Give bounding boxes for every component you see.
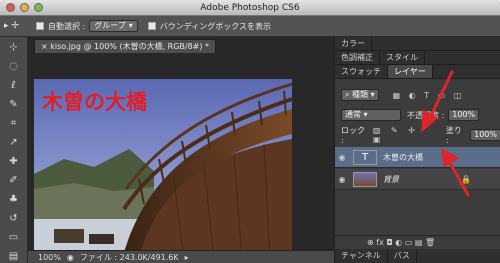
photoshop-window: Adobe Photoshop CS6 ▸ ✢ 自動選択 : グループ ▾ バウ…	[0, 0, 500, 263]
annotation-arrow-layer	[447, 159, 470, 197]
annotation-arrowhead-lock	[421, 109, 439, 133]
annotation-arrows	[421, 70, 470, 197]
annotation-arrow-lock	[428, 70, 454, 120]
annotation-arrowhead-layer	[441, 148, 459, 168]
